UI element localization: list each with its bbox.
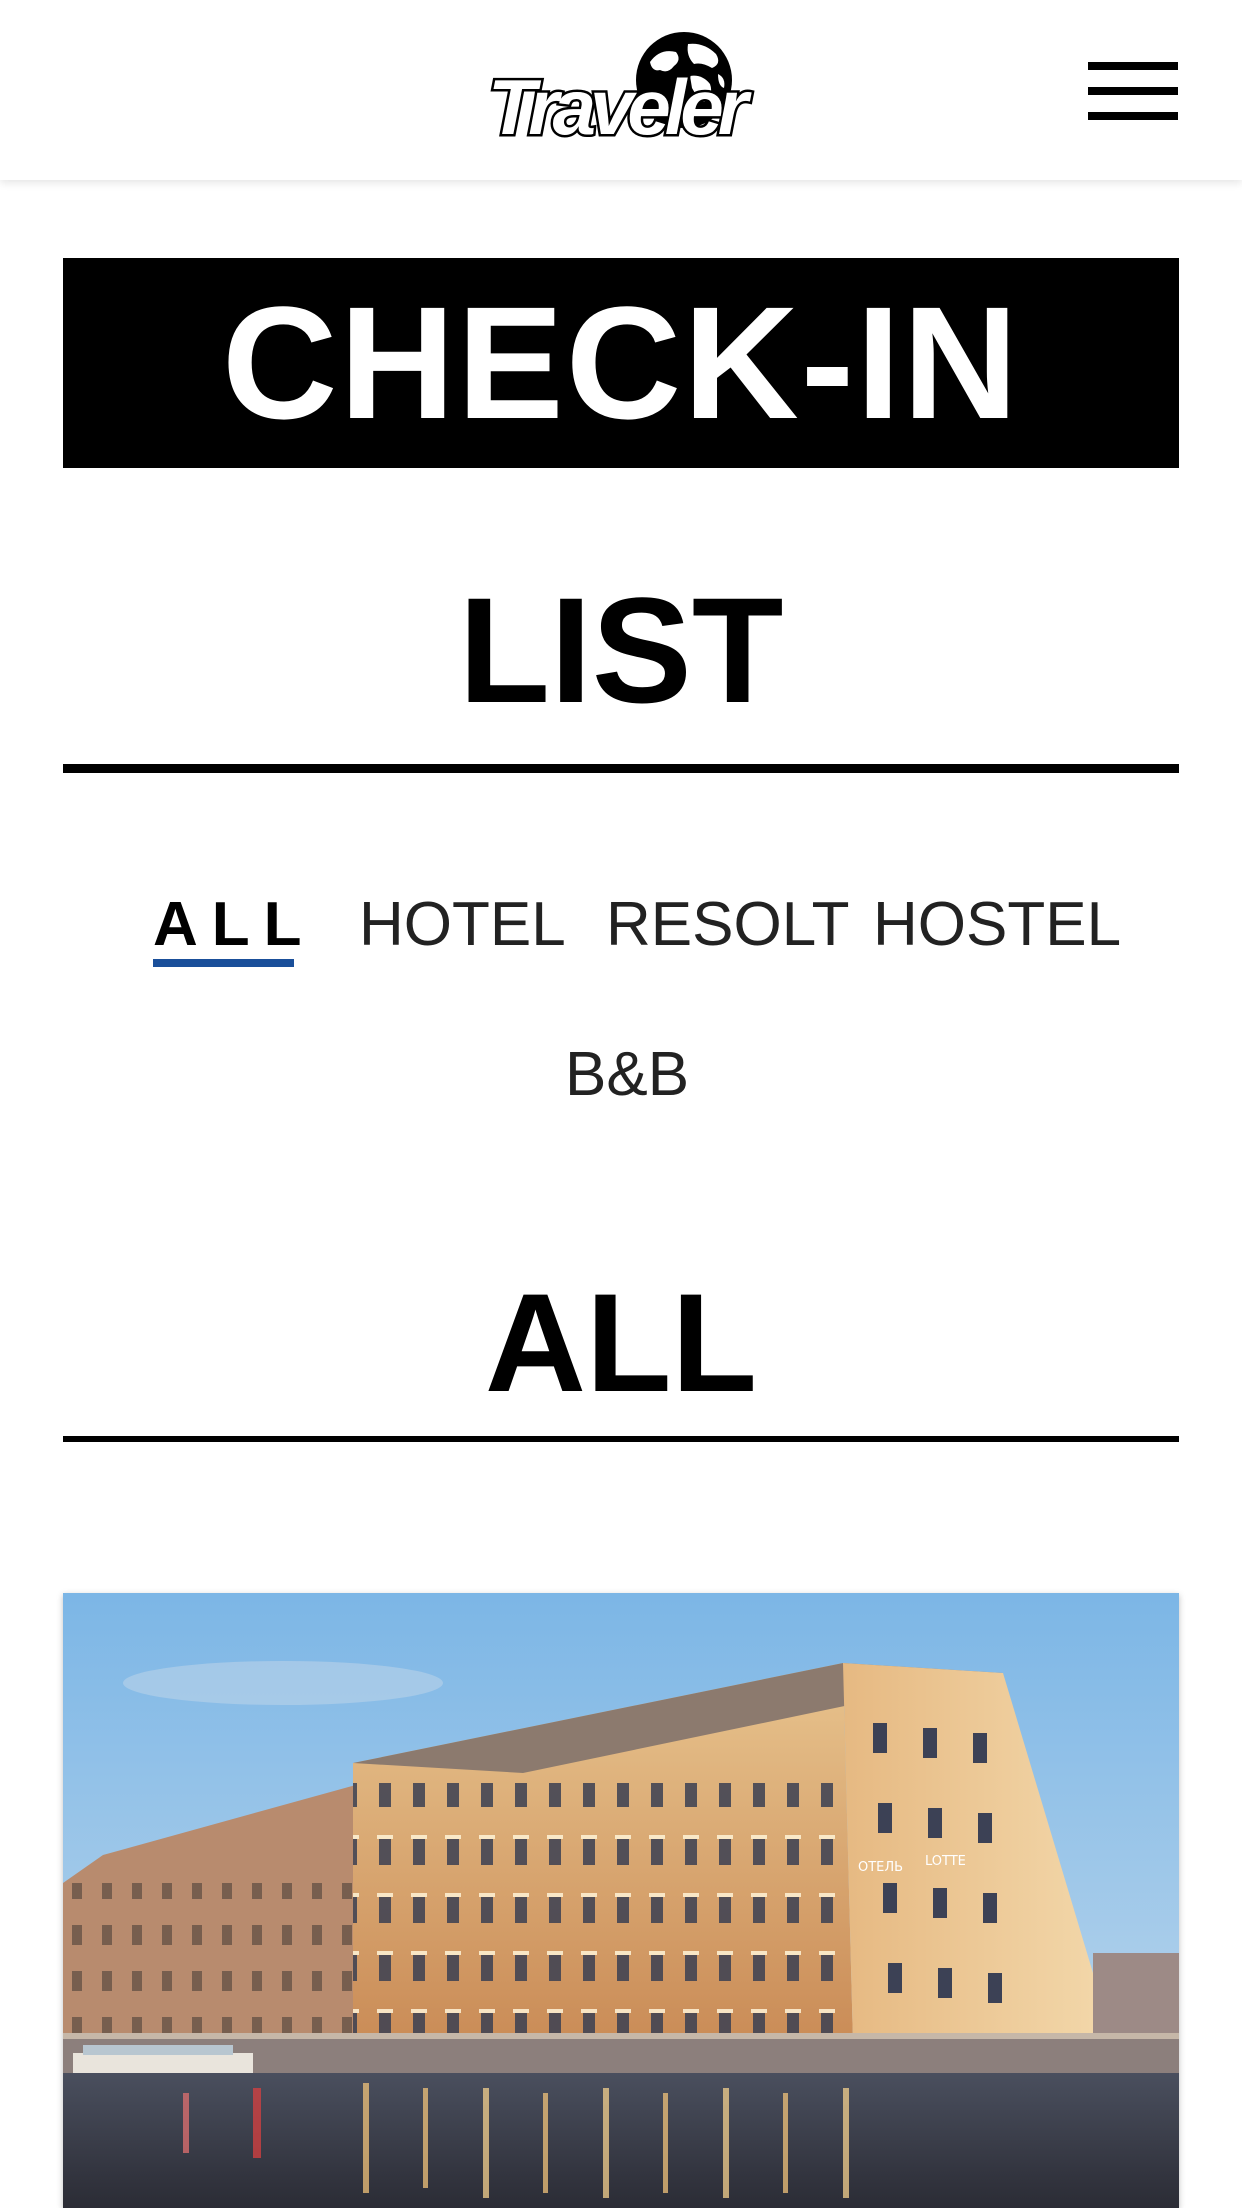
category-filter-tabs: ALL HOTEL RESOLT HOSTEL B&B: [63, 885, 1179, 1115]
page: Traveler CHECK-IN LIST ALL HOTEL RESOLT …: [0, 0, 1242, 2208]
results-section-title: ALL: [484, 1264, 758, 1421]
page-title-banner: CHECK-IN: [63, 258, 1179, 468]
tab-hotel[interactable]: HOTEL: [359, 885, 566, 965]
active-tab-indicator: [153, 959, 294, 967]
tab-hostel[interactable]: HOSTEL: [873, 885, 1121, 965]
tab-resolt[interactable]: RESOLT: [606, 885, 849, 965]
logo-wordmark: Traveler: [485, 63, 750, 151]
traveler-logo[interactable]: Traveler: [480, 28, 760, 153]
svg-text:ОТЕЛЬ: ОТЕЛЬ: [858, 1860, 903, 1875]
top-header: Traveler: [0, 0, 1242, 180]
list-section-title: LIST: [458, 566, 784, 734]
tab-all[interactable]: ALL: [153, 885, 316, 965]
hotel-building-at-dusk-photo: ОТЕЛЬ LOTTE: [63, 1593, 1179, 2208]
hamburger-menu-icon[interactable]: [1088, 60, 1180, 122]
tab-bnb[interactable]: B&B: [565, 1035, 689, 1115]
results-divider: [63, 1436, 1179, 1442]
hotel-card-photo[interactable]: ОТЕЛЬ LOTTE: [63, 1593, 1179, 2208]
list-divider: [63, 764, 1179, 773]
svg-text:LOTTE: LOTTE: [925, 1854, 966, 1869]
